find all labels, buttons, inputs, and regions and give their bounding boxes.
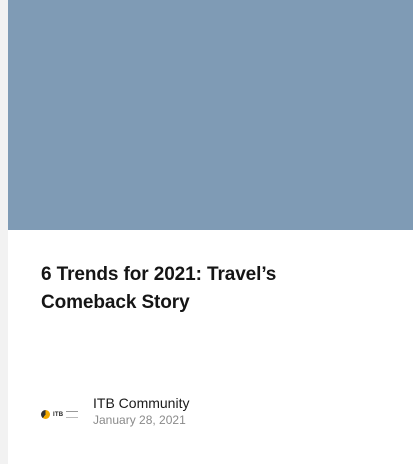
itb-logo-icon [41, 410, 50, 419]
hero-image[interactable] [8, 0, 413, 230]
article-title[interactable]: 6 Trends for 2021: Travel’s Comeback Sto… [41, 261, 341, 317]
author-row: ITB ITB Community January 28, 2021 [41, 395, 189, 428]
itb-community-logo: ITB [41, 408, 81, 422]
card-content: 6 Trends for 2021: Travel’s Comeback Sto… [8, 230, 413, 317]
author-name[interactable]: ITB Community [93, 395, 189, 412]
author-meta: ITB Community January 28, 2021 [93, 395, 189, 428]
article-card[interactable]: 6 Trends for 2021: Travel’s Comeback Sto… [8, 0, 413, 464]
publish-date: January 28, 2021 [93, 413, 186, 427]
logo-subtext-lines [66, 411, 79, 418]
logo-text: ITB [53, 411, 64, 418]
